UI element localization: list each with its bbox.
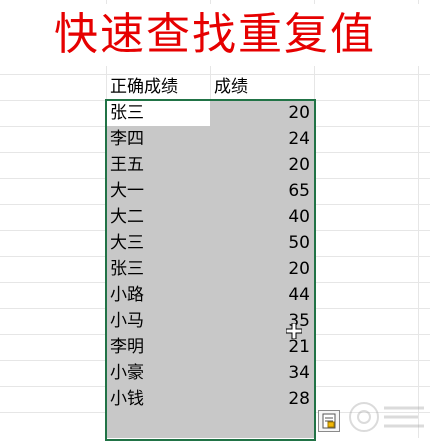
name-cell[interactable]: 小钱 — [106, 386, 210, 412]
name-cell[interactable]: 李明 — [106, 334, 210, 360]
name-cell[interactable]: 王五 — [106, 152, 210, 178]
name-cell[interactable]: 李四 — [106, 126, 210, 152]
cross-cursor-icon — [286, 323, 302, 339]
column-header-correct-score[interactable]: 正确成绩 — [106, 74, 210, 100]
page-title: 快速查找重复值 — [0, 4, 430, 66]
score-cell[interactable]: 20 — [210, 152, 314, 178]
name-cell[interactable]: 小豪 — [106, 360, 210, 386]
name-cell[interactable]: 大三 — [106, 230, 210, 256]
name-cell[interactable]: 大二 — [106, 204, 210, 230]
score-cell[interactable]: 20 — [210, 100, 314, 126]
score-cell[interactable]: 28 — [210, 386, 314, 412]
score-cell[interactable]: 40 — [210, 204, 314, 230]
name-cell[interactable]: 张三 — [106, 100, 210, 126]
name-cell[interactable]: 大一 — [106, 178, 210, 204]
quick-analysis-icon — [322, 413, 336, 429]
score-cell[interactable]: 20 — [210, 256, 314, 282]
score-cell[interactable]: 65 — [210, 178, 314, 204]
name-cell[interactable]: 小马 — [106, 308, 210, 334]
name-cell[interactable]: 小路 — [106, 282, 210, 308]
score-cell[interactable]: 34 — [210, 360, 314, 386]
column-header-score[interactable]: 成绩 — [210, 74, 314, 100]
spreadsheet-grid[interactable]: 快速查找重复值 正确成绩 成绩 张三 20 李四 24 王五 20 大一 65 … — [0, 0, 430, 441]
name-cell[interactable]: 张三 — [106, 256, 210, 282]
score-cell[interactable]: 24 — [210, 126, 314, 152]
watermark-logo-icon — [349, 402, 424, 432]
quick-analysis-button[interactable] — [318, 410, 340, 432]
score-cell[interactable]: 50 — [210, 230, 314, 256]
score-cell[interactable]: 44 — [210, 282, 314, 308]
